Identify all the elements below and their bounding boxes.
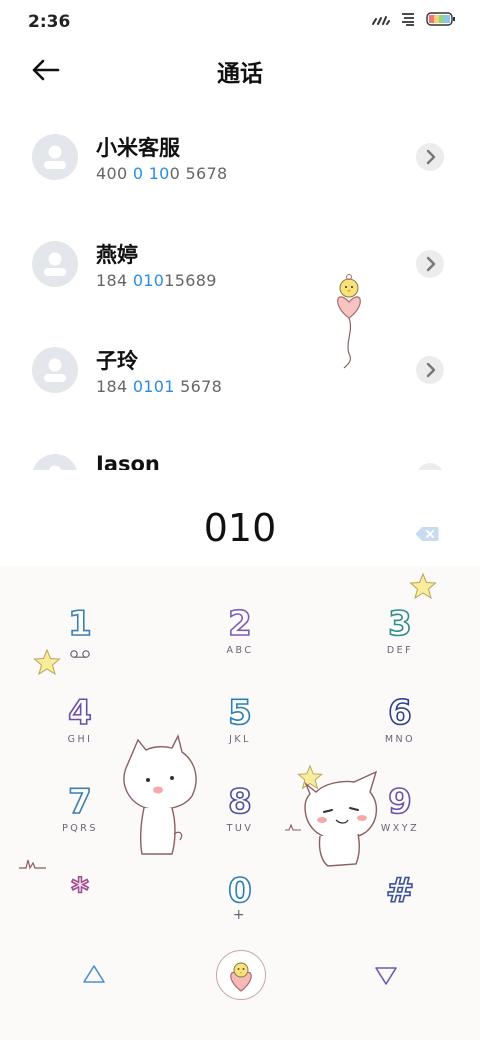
collapse-button[interactable] (76, 960, 112, 990)
key-digit: 4 (67, 692, 92, 734)
page-title: 通话 (217, 61, 263, 87)
header: 通话 (0, 44, 480, 96)
wifi-icon (402, 13, 414, 26)
signal-icon (372, 16, 390, 25)
key-digit: 7 (67, 781, 92, 823)
avatar (32, 454, 78, 470)
backspace-button[interactable] (415, 526, 439, 542)
number-text: 15689 (164, 271, 217, 290)
dial-display: 010 (0, 500, 480, 560)
avatar (32, 347, 78, 393)
key-6[interactable]: 6 MNO (335, 692, 465, 771)
contact-name: 子玲 (96, 349, 138, 373)
number-text: 400 (96, 164, 133, 183)
contact-row[interactable]: 小米客服 400 0 100 5678 (0, 108, 480, 208)
key-letters: MNO (384, 734, 416, 745)
key-digit: 2 (227, 603, 252, 645)
key-digit: 1 (67, 603, 92, 645)
key-8[interactable]: 8 TUV (175, 781, 305, 860)
avatar (32, 241, 78, 287)
chevron-right-icon (426, 149, 436, 165)
contact-name: 小米客服 (96, 136, 180, 160)
number-text: 184 (96, 377, 133, 396)
chick-balloon-sticker (337, 274, 361, 369)
backspace-icon (415, 527, 439, 541)
key-letters: ABC (226, 645, 254, 656)
battery-icon (426, 12, 455, 26)
person-icon (44, 145, 66, 169)
number-match: 010 (132, 271, 165, 290)
contact-number: 184 01015689 (96, 271, 217, 290)
person-icon (48, 465, 62, 470)
key-letters: TUV (226, 823, 254, 834)
number-match: 0101 (132, 377, 175, 396)
contact-row[interactable]: 燕婷 184 01015689 (0, 215, 480, 315)
contact-row[interactable]: 子玲 184 0101 5678 (0, 321, 480, 421)
expand-button[interactable] (368, 960, 404, 990)
chevron-right-icon (426, 362, 436, 378)
chevron-right-icon (426, 256, 436, 272)
triangle-down-icon (375, 967, 397, 985)
key-digit: * (70, 870, 89, 912)
triangle-up-icon (83, 965, 105, 983)
key-letters: JKL (229, 734, 251, 745)
key-0[interactable]: 0 + (175, 870, 305, 949)
key-letters: GHI (67, 734, 93, 745)
status-bar: 2:36 (0, 0, 480, 40)
contact-detail-button[interactable] (416, 143, 444, 171)
contact-number: 400 0 100 5678 (96, 164, 227, 183)
avatar (32, 134, 78, 180)
key-7[interactable]: 7 PQRS (15, 781, 145, 860)
call-icon (230, 962, 252, 992)
key-letters: + (232, 907, 248, 923)
key-3[interactable]: 3 DEF (335, 603, 465, 682)
key-hash[interactable]: # (335, 870, 465, 949)
contact-name: 燕婷 (96, 243, 138, 267)
number-match: 0 (132, 164, 144, 183)
key-digit: 8 (227, 781, 252, 823)
status-time: 2:36 (28, 12, 71, 32)
key-4[interactable]: 4 GHI (15, 692, 145, 771)
key-letters: DEF (386, 645, 414, 656)
call-button[interactable] (216, 950, 266, 1000)
key-digit: 6 (387, 692, 412, 734)
key-1[interactable]: 1 (15, 603, 145, 682)
contact-name: Jason (96, 452, 160, 470)
key-digit: 9 (387, 781, 412, 823)
key-letters: PQRS (62, 823, 98, 834)
number-match: 10 (148, 164, 170, 183)
key-digit: # (385, 870, 415, 912)
key-9[interactable]: 9 WXYZ (335, 781, 465, 860)
contact-detail-button[interactable] (416, 356, 444, 384)
number-text: 184 (96, 271, 133, 290)
contact-detail-button[interactable] (416, 463, 444, 470)
star-sticker (409, 572, 437, 600)
number-text: 5678 (174, 377, 223, 396)
number-text: 0 5678 (169, 164, 228, 183)
bottom-bar (0, 946, 480, 1006)
key-digit: 0 (227, 870, 252, 912)
key-5[interactable]: 5 JKL (175, 692, 305, 771)
status-icons (372, 12, 456, 26)
key-2[interactable]: 2 ABC (175, 603, 305, 682)
dial-number: 010 (203, 506, 277, 550)
key-digit: 5 (227, 692, 252, 734)
key-star[interactable]: * (15, 870, 145, 949)
contact-number: 184 0101 5678 (96, 377, 222, 396)
person-icon (44, 252, 66, 276)
voicemail-icon (70, 650, 90, 658)
contact-detail-button[interactable] (416, 250, 444, 278)
contact-list: 小米客服 400 0 100 5678 燕婷 184 01015689 子玲 1… (0, 108, 480, 470)
key-letters: WXYZ (380, 823, 420, 834)
contact-row[interactable]: Jason (0, 428, 480, 470)
person-icon (44, 358, 66, 382)
key-digit: 3 (387, 603, 412, 645)
